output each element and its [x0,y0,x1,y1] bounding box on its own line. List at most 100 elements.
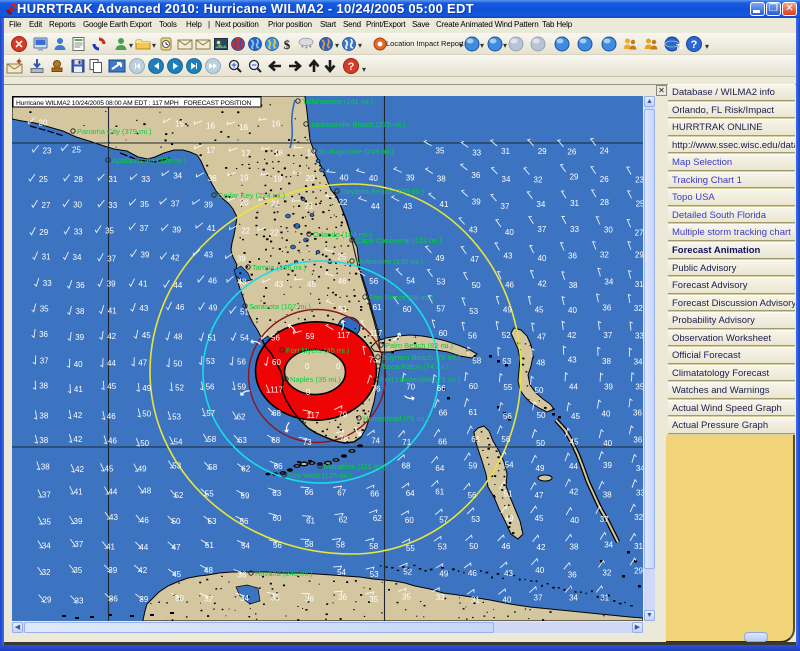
svg-text:56: 56 [240,517,249,526]
svg-text:47: 47 [172,543,181,552]
svg-text:39: 39 [204,200,213,209]
svg-text:41: 41 [74,385,83,394]
svg-text:44: 44 [569,462,578,471]
svg-text:22: 22 [339,198,348,207]
svg-text:56: 56 [369,277,378,286]
svg-text:54: 54 [505,461,514,470]
svg-text:36: 36 [568,251,577,260]
svg-text:117: 117 [307,411,320,420]
svg-text:Tallahassee (241 mi.): Tallahassee (241 mi.) [302,97,374,106]
svg-text:43: 43 [504,251,513,260]
svg-text:30: 30 [604,225,613,234]
svg-text:37: 37 [501,202,510,211]
svg-text:Havana (240 mi.): Havana (240 mi.) [255,569,313,578]
svg-text:58: 58 [208,463,217,472]
svg-text:34: 34 [634,358,643,367]
svg-text:58: 58 [472,357,481,366]
svg-text:41: 41 [108,306,117,315]
svg-text:Key West (125 mi.): Key West (125 mi.) [288,471,352,480]
svg-text:39: 39 [74,517,83,526]
svg-text:?: ? [691,39,698,51]
svg-text:25: 25 [72,145,81,154]
svg-text:45: 45 [307,280,316,289]
svg-text:20: 20 [306,174,315,183]
svg-text:46: 46 [505,280,514,289]
svg-text:72: 72 [676,44,682,51]
svg-text:−: − [251,60,256,70]
svg-text:17: 17 [206,146,215,155]
svg-text:39: 39 [406,173,415,182]
svg-text:48: 48 [536,358,545,367]
svg-text:Palm Beach (82 mi.): Palm Beach (82 mi.) [385,341,453,350]
svg-text:26: 26 [567,148,576,157]
svg-text:37: 37 [600,515,609,524]
svg-text:31: 31 [108,175,117,184]
svg-text:73: 73 [303,438,312,447]
svg-text:60: 60 [405,516,414,525]
svg-text:36: 36 [238,571,247,580]
svg-text:50: 50 [469,542,478,551]
svg-text:34: 34 [502,175,511,184]
svg-text:28: 28 [74,175,83,184]
svg-text:47: 47 [138,358,147,367]
svg-text:Marathon (111 mi.): Marathon (111 mi.) [324,462,387,471]
svg-text:46: 46 [176,303,185,312]
svg-text:56: 56 [501,435,510,444]
svg-text:Jacksonville Beach (276 mi.): Jacksonville Beach (276 mi.) [310,120,406,129]
svg-text:37: 37 [603,331,612,340]
svg-text:37: 37 [537,225,546,234]
svg-text:38: 38 [602,357,611,366]
svg-text:40: 40 [602,410,611,419]
svg-text:44: 44 [569,382,578,391]
svg-text:50: 50 [535,386,544,395]
svg-text:40: 40 [505,228,514,237]
svg-text:37: 37 [107,254,116,263]
svg-text:32: 32 [204,594,213,603]
svg-text:31: 31 [471,595,480,604]
svg-text:56: 56 [468,491,477,500]
svg-text:49: 49 [435,254,444,263]
svg-text:76: 76 [339,434,348,443]
svg-text:Fort Lauderdale (71 mi.): Fort Lauderdale (71 mi.) [380,375,461,384]
svg-text:61: 61 [306,517,315,526]
svg-text:76: 76 [372,385,381,394]
svg-text:34: 34 [569,594,578,603]
svg-text:54: 54 [241,541,250,550]
svg-text:58: 58 [207,435,216,444]
svg-text:58: 58 [305,540,314,549]
svg-text:45: 45 [571,412,580,421]
svg-text:46: 46 [208,277,217,286]
svg-text:39: 39 [472,198,481,207]
svg-text:47: 47 [537,333,546,342]
svg-text:24: 24 [600,147,609,156]
svg-text:38: 38 [76,307,85,316]
svg-text:Fort Pierce (99 mi.): Fort Pierce (99 mi.) [369,293,434,302]
svg-text:50: 50 [142,410,151,419]
svg-text:40: 40 [74,360,83,369]
svg-text:60: 60 [469,382,478,391]
svg-text:48: 48 [142,487,151,496]
svg-text:48: 48 [238,277,247,286]
svg-text:54: 54 [240,333,249,342]
svg-text:79: 79 [338,411,347,420]
svg-text:49: 49 [138,465,147,474]
svg-text:37: 37 [534,594,543,603]
svg-text:36: 36 [633,408,642,417]
svg-text:34: 34 [636,464,643,473]
svg-text:36: 36 [39,330,48,339]
svg-text:25: 25 [39,175,48,184]
svg-text:52: 52 [502,331,511,340]
svg-text:40: 40 [535,566,544,575]
svg-text:66: 66 [305,488,314,497]
svg-text:34: 34 [604,277,613,286]
svg-text:0: 0 [305,362,310,371]
svg-text:35: 35 [369,595,378,604]
svg-text:41: 41 [74,487,83,496]
svg-text:49: 49 [503,305,512,314]
svg-text:Daytona Beach (203 mi.): Daytona Beach (203 mi.) [341,187,424,196]
svg-text:42: 42 [75,465,84,474]
svg-text:50: 50 [140,439,149,448]
svg-text:73: 73 [369,356,378,365]
svg-text:41: 41 [440,200,449,209]
svg-text:40: 40 [369,174,378,183]
